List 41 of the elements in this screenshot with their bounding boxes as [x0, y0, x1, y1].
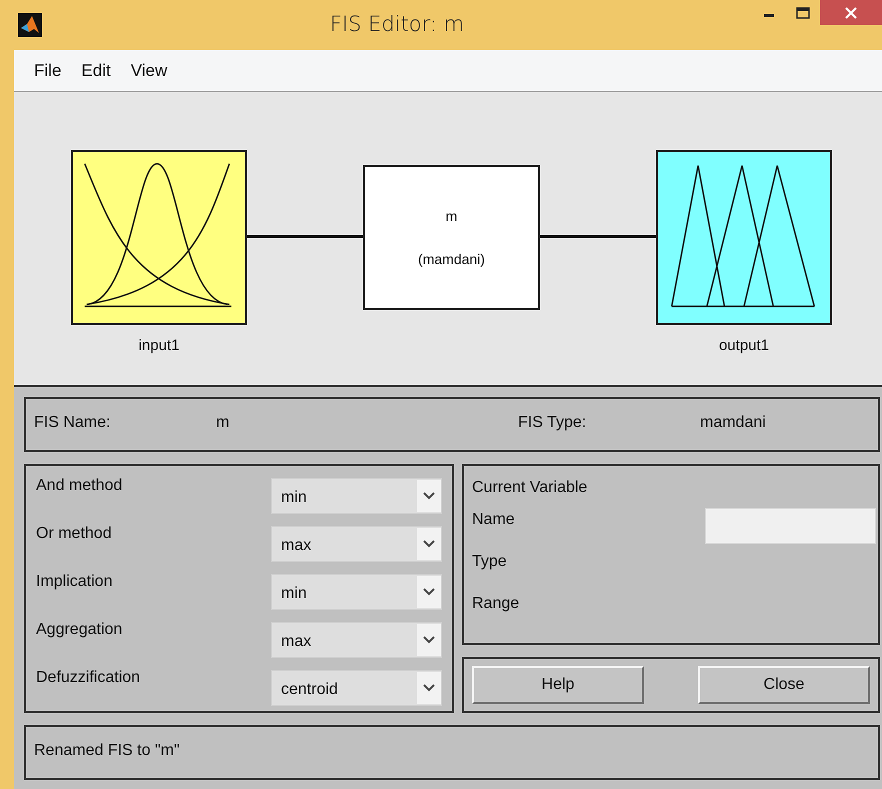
method-label: Aggregation — [36, 620, 122, 640]
method-label: Implication — [36, 572, 112, 592]
input-field[interactable] — [705, 508, 876, 544]
minimize-icon — [764, 14, 774, 17]
chevron-icon — [417, 480, 441, 512]
close-button[interactable] — [820, 0, 882, 25]
dropdown[interactable]: max — [271, 526, 442, 562]
menu-item[interactable]: Edit — [73, 56, 119, 86]
fis-name-value: m — [216, 413, 230, 433]
dropdown[interactable]: centroid — [271, 670, 442, 706]
variable-label: output1 — [718, 336, 770, 356]
chevron-icon — [417, 528, 441, 560]
chevron-icon — [417, 576, 441, 608]
status-message: Renamed FIS to "m" — [34, 742, 180, 759]
chevron-icon — [417, 672, 441, 704]
fis-type-label: FIS Type: — [518, 413, 588, 433]
window-title: FIS Editor: m — [328, 11, 466, 38]
dialog-button[interactable]: Help — [472, 666, 644, 704]
app-logo-icon — [18, 13, 42, 37]
fis-name-label: FIS Name: — [34, 413, 112, 433]
menu-item[interactable]: File — [26, 56, 70, 86]
field-label: Type — [472, 552, 507, 572]
field-label: Name — [472, 510, 515, 530]
dropdown[interactable]: min — [271, 478, 442, 514]
close-icon — [845, 6, 857, 18]
menu-item[interactable]: View — [122, 56, 176, 86]
variable-label: input1 — [138, 336, 180, 356]
field-label: Range — [472, 594, 520, 614]
dropdown[interactable]: max — [271, 622, 442, 658]
fis-type-value: mamdani — [700, 413, 766, 433]
method-label: And method — [36, 476, 122, 496]
chevron-icon — [417, 624, 441, 656]
system-name: m — [446, 206, 458, 226]
method-label: Or method — [36, 524, 112, 544]
panel-title: Current Variable — [472, 478, 588, 498]
system-block[interactable]: m (mamdani) — [363, 165, 540, 310]
maximize-icon — [796, 6, 810, 18]
system-type: (mamdani) — [418, 250, 485, 269]
dropdown[interactable]: min — [271, 574, 442, 610]
dialog-button[interactable]: Close — [698, 666, 870, 704]
method-label: Defuzzification — [36, 668, 140, 688]
